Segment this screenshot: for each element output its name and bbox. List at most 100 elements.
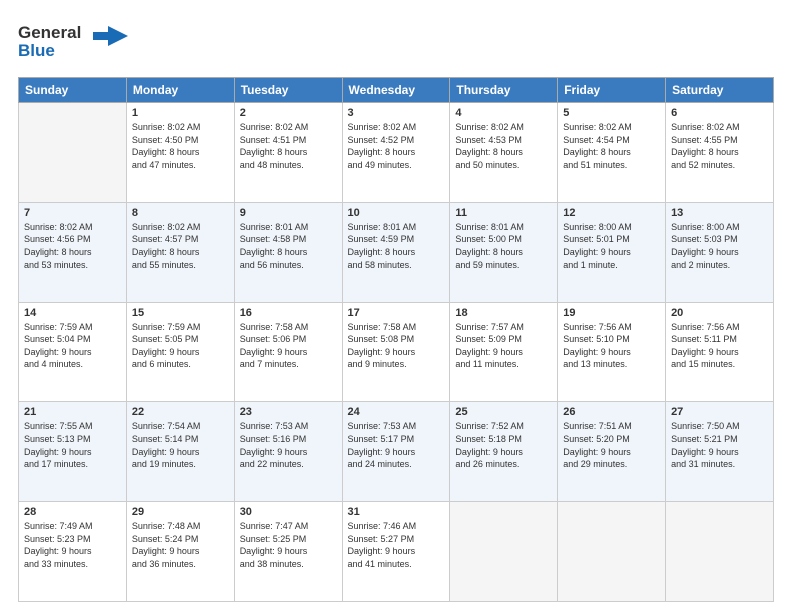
- day-number: 21: [24, 406, 121, 418]
- week-row-4: 21 Sunrise: 7:55 AMSunset: 5:13 PMDayligh…: [19, 402, 774, 502]
- day-number: 10: [348, 207, 445, 219]
- header: General Blue: [18, 18, 774, 67]
- calendar-cell: 12Sunrise: 8:00 AMSunset: 5:01 PMDayligh…: [558, 202, 666, 302]
- calendar-cell: 22 Sunrise: 7:54 AMSunset: 5:14 PMDayligh…: [126, 402, 234, 502]
- weekday-header-sunday: Sunday: [19, 78, 127, 103]
- day-number: 22: [132, 406, 229, 418]
- day-info: Sunrise: 7:52 AMSunset: 5:18 PMDaylight:…: [455, 420, 552, 470]
- day-info: Sunrise: 7:58 AMSunset: 5:06 PMDaylight:…: [240, 321, 337, 371]
- day-number: 13: [671, 207, 768, 219]
- day-info: Sunrise: 7:49 AMSunset: 5:23 PMDaylight:…: [24, 520, 121, 570]
- day-number: 16: [240, 307, 337, 319]
- calendar-cell: 20 Sunrise: 7:56 AMSunset: 5:11 PMDayligh…: [666, 302, 774, 402]
- weekday-header-wednesday: Wednesday: [342, 78, 450, 103]
- calendar-cell: [19, 103, 127, 203]
- day-info: Sunrise: 8:01 AMSunset: 4:59 PMDaylight:…: [348, 221, 445, 271]
- calendar-cell: 4 Sunrise: 8:02 AMSunset: 4:53 PMDaylight…: [450, 103, 558, 203]
- weekday-header-tuesday: Tuesday: [234, 78, 342, 103]
- day-number: 14: [24, 307, 121, 319]
- day-number: 8: [132, 207, 229, 219]
- day-number: 17: [348, 307, 445, 319]
- day-number: 5: [563, 107, 660, 119]
- day-info: Sunrise: 7:47 AMSunset: 5:25 PMDaylight:…: [240, 520, 337, 570]
- day-info: Sunrise: 8:00 AMSunset: 5:01 PMDaylight:…: [563, 221, 660, 271]
- calendar-cell: 3 Sunrise: 8:02 AMSunset: 4:52 PMDaylight…: [342, 103, 450, 203]
- day-number: 28: [24, 506, 121, 518]
- calendar-cell: 24 Sunrise: 7:53 AMSunset: 5:17 PMDayligh…: [342, 402, 450, 502]
- calendar-cell: 9Sunrise: 8:01 AMSunset: 4:58 PMDaylight…: [234, 202, 342, 302]
- day-info: Sunrise: 8:02 AMSunset: 4:55 PMDaylight:…: [671, 121, 768, 171]
- calendar-cell: 1Sunrise: 8:02 AMSunset: 4:50 PMDaylight…: [126, 103, 234, 203]
- day-info: Sunrise: 8:01 AMSunset: 5:00 PMDaylight:…: [455, 221, 552, 271]
- calendar-cell: [666, 502, 774, 602]
- day-number: 27: [671, 406, 768, 418]
- calendar-cell: 26 Sunrise: 7:51 AMSunset: 5:20 PMDayligh…: [558, 402, 666, 502]
- day-number: 23: [240, 406, 337, 418]
- day-info: Sunrise: 8:00 AMSunset: 5:03 PMDaylight:…: [671, 221, 768, 271]
- page: General Blue SundayMondayTuesdayWednesda…: [0, 0, 792, 612]
- day-info: Sunrise: 7:58 AMSunset: 5:08 PMDaylight:…: [348, 321, 445, 371]
- calendar-cell: 25Sunrise: 7:52 AMSunset: 5:18 PMDayligh…: [450, 402, 558, 502]
- calendar-cell: 13 Sunrise: 8:00 AMSunset: 5:03 PMDayligh…: [666, 202, 774, 302]
- calendar-cell: 7Sunrise: 8:02 AMSunset: 4:56 PMDaylight…: [19, 202, 127, 302]
- day-number: 11: [455, 207, 552, 219]
- day-info: Sunrise: 7:56 AMSunset: 5:10 PMDaylight:…: [563, 321, 660, 371]
- day-number: 7: [24, 207, 121, 219]
- day-info: Sunrise: 7:54 AMSunset: 5:14 PMDaylight:…: [132, 420, 229, 470]
- day-info: Sunrise: 8:02 AMSunset: 4:52 PMDaylight:…: [348, 121, 445, 171]
- calendar-cell: 31Sunrise: 7:46 AMSunset: 5:27 PMDayligh…: [342, 502, 450, 602]
- day-number: 3: [348, 107, 445, 119]
- calendar-cell: 10 Sunrise: 8:01 AMSunset: 4:59 PMDayligh…: [342, 202, 450, 302]
- calendar-cell: 16 Sunrise: 7:58 AMSunset: 5:06 PMDayligh…: [234, 302, 342, 402]
- calendar-cell: 15 Sunrise: 7:59 AMSunset: 5:05 PMDayligh…: [126, 302, 234, 402]
- day-info: Sunrise: 7:55 AMSunset: 5:13 PMDaylight:…: [24, 420, 121, 470]
- week-row-3: 14 Sunrise: 7:59 AMSunset: 5:04 PMDayligh…: [19, 302, 774, 402]
- calendar-cell: 18 Sunrise: 7:57 AMSunset: 5:09 PMDayligh…: [450, 302, 558, 402]
- day-info: Sunrise: 7:50 AMSunset: 5:21 PMDaylight:…: [671, 420, 768, 470]
- day-info: Sunrise: 8:02 AMSunset: 4:57 PMDaylight:…: [132, 221, 229, 271]
- week-row-5: 28 Sunrise: 7:49 AMSunset: 5:23 PMDayligh…: [19, 502, 774, 602]
- calendar-cell: 23 Sunrise: 7:53 AMSunset: 5:16 PMDayligh…: [234, 402, 342, 502]
- day-number: 26: [563, 406, 660, 418]
- week-row-1: 1Sunrise: 8:02 AMSunset: 4:50 PMDaylight…: [19, 103, 774, 203]
- calendar-cell: 28 Sunrise: 7:49 AMSunset: 5:23 PMDayligh…: [19, 502, 127, 602]
- calendar-cell: 14 Sunrise: 7:59 AMSunset: 5:04 PMDayligh…: [19, 302, 127, 402]
- calendar-cell: 19 Sunrise: 7:56 AMSunset: 5:10 PMDayligh…: [558, 302, 666, 402]
- day-number: 18: [455, 307, 552, 319]
- day-number: 24: [348, 406, 445, 418]
- calendar-cell: 8 Sunrise: 8:02 AMSunset: 4:57 PMDaylight…: [126, 202, 234, 302]
- day-info: Sunrise: 7:57 AMSunset: 5:09 PMDaylight:…: [455, 321, 552, 371]
- weekday-header-thursday: Thursday: [450, 78, 558, 103]
- calendar-cell: 21 Sunrise: 7:55 AMSunset: 5:13 PMDayligh…: [19, 402, 127, 502]
- calendar-cell: 2Sunrise: 8:02 AMSunset: 4:51 PMDaylight…: [234, 103, 342, 203]
- day-info: Sunrise: 8:02 AMSunset: 4:53 PMDaylight:…: [455, 121, 552, 171]
- day-number: 15: [132, 307, 229, 319]
- day-number: 6: [671, 107, 768, 119]
- day-info: Sunrise: 8:02 AMSunset: 4:54 PMDaylight:…: [563, 121, 660, 171]
- day-info: Sunrise: 7:56 AMSunset: 5:11 PMDaylight:…: [671, 321, 768, 371]
- calendar-cell: [450, 502, 558, 602]
- day-info: Sunrise: 7:51 AMSunset: 5:20 PMDaylight:…: [563, 420, 660, 470]
- day-number: 19: [563, 307, 660, 319]
- svg-text:General: General: [18, 23, 81, 42]
- weekday-header-saturday: Saturday: [666, 78, 774, 103]
- day-info: Sunrise: 7:53 AMSunset: 5:16 PMDaylight:…: [240, 420, 337, 470]
- day-number: 20: [671, 307, 768, 319]
- day-info: Sunrise: 7:46 AMSunset: 5:27 PMDaylight:…: [348, 520, 445, 570]
- calendar-cell: 27 Sunrise: 7:50 AMSunset: 5:21 PMDayligh…: [666, 402, 774, 502]
- svg-text:Blue: Blue: [18, 41, 55, 60]
- calendar-cell: [558, 502, 666, 602]
- day-info: Sunrise: 7:59 AMSunset: 5:05 PMDaylight:…: [132, 321, 229, 371]
- calendar-cell: 6 Sunrise: 8:02 AMSunset: 4:55 PMDaylight…: [666, 103, 774, 203]
- day-info: Sunrise: 7:59 AMSunset: 5:04 PMDaylight:…: [24, 321, 121, 371]
- day-number: 4: [455, 107, 552, 119]
- calendar-cell: 30Sunrise: 7:47 AMSunset: 5:25 PMDayligh…: [234, 502, 342, 602]
- calendar-table: SundayMondayTuesdayWednesdayThursdayFrid…: [18, 77, 774, 602]
- day-number: 29: [132, 506, 229, 518]
- calendar-cell: 17 Sunrise: 7:58 AMSunset: 5:08 PMDayligh…: [342, 302, 450, 402]
- calendar-cell: 5 Sunrise: 8:02 AMSunset: 4:54 PMDaylight…: [558, 103, 666, 203]
- weekday-header-friday: Friday: [558, 78, 666, 103]
- day-info: Sunrise: 7:53 AMSunset: 5:17 PMDaylight:…: [348, 420, 445, 470]
- day-number: 1: [132, 107, 229, 119]
- calendar-cell: 11 Sunrise: 8:01 AMSunset: 5:00 PMDayligh…: [450, 202, 558, 302]
